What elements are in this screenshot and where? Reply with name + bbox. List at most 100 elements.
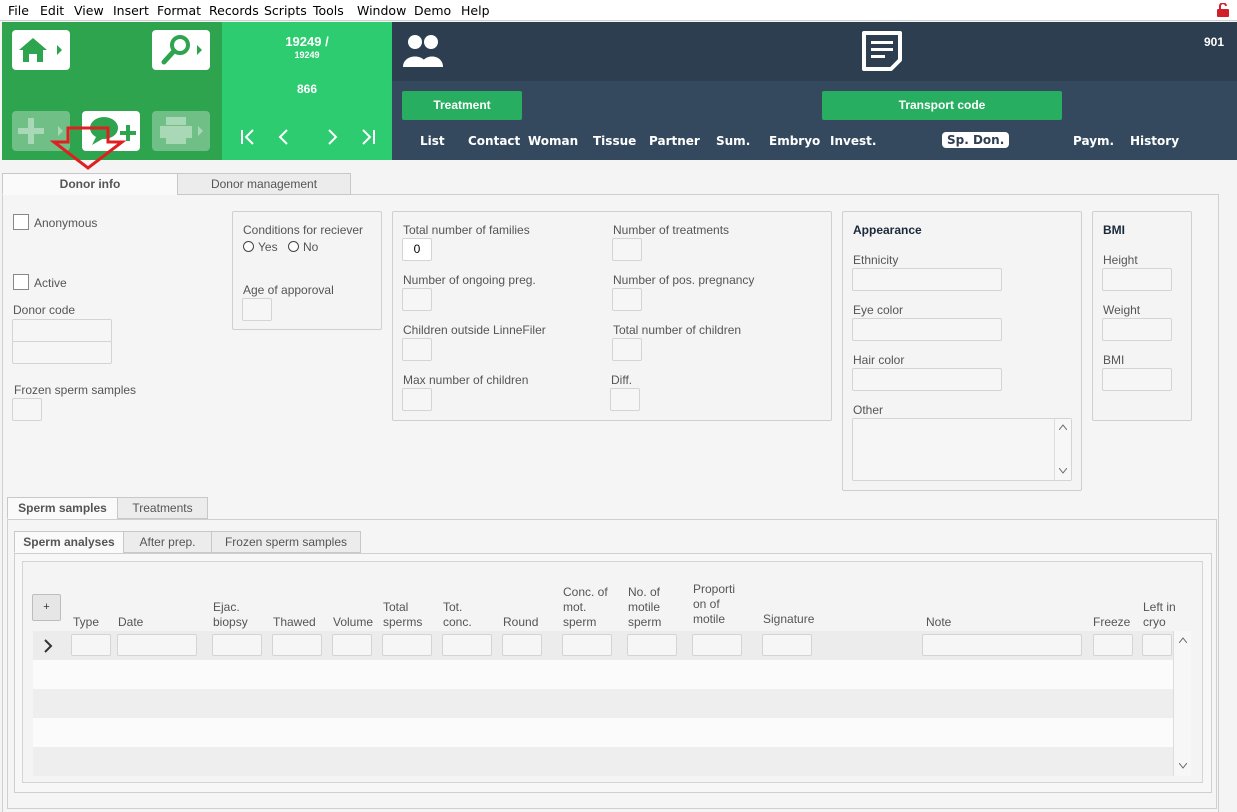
- donor-code-field-2[interactable]: [12, 341, 112, 364]
- tab-invest[interactable]: Invest.: [830, 134, 876, 148]
- bmi-field[interactable]: [1102, 368, 1172, 391]
- scroll-up-icon[interactable]: [1179, 637, 1187, 643]
- tab-sperm-samples[interactable]: Sperm samples: [7, 497, 118, 519]
- users-icon[interactable]: [403, 33, 443, 69]
- anonymous-checkbox[interactable]: [13, 214, 29, 230]
- tab-donor-info[interactable]: Donor info: [2, 173, 178, 195]
- max-children-label: Max number of children: [403, 373, 529, 387]
- total-children-label: Total number of children: [613, 323, 742, 337]
- menu-file[interactable]: File: [8, 3, 29, 18]
- age-approval-field[interactable]: [242, 298, 272, 321]
- radio-no[interactable]: [288, 241, 299, 252]
- tab-frozen-sperm-samples[interactable]: Frozen sperm samples: [211, 531, 361, 553]
- lock-icon[interactable]: [1217, 3, 1229, 17]
- row-expand-icon[interactable]: [43, 639, 53, 653]
- weight-field[interactable]: [1102, 318, 1172, 341]
- tab-history[interactable]: History: [1130, 134, 1179, 148]
- diff-field[interactable]: [610, 388, 640, 411]
- radio-yes[interactable]: [243, 241, 254, 252]
- tab-sum[interactable]: Sum.: [716, 134, 750, 148]
- notes-icon[interactable]: [861, 30, 903, 72]
- menu-scripts[interactable]: Scripts: [264, 3, 307, 18]
- search-icon: [161, 35, 202, 65]
- table-row[interactable]: [33, 631, 1173, 660]
- table-row[interactable]: [33, 747, 1173, 776]
- eye-color-field[interactable]: [852, 318, 1002, 341]
- table-scrollbar[interactable]: [1173, 631, 1191, 776]
- tab-embryo[interactable]: Embryo: [769, 134, 820, 148]
- table-row[interactable]: [33, 660, 1173, 689]
- total-children-field[interactable]: [612, 338, 642, 361]
- table-row[interactable]: [33, 718, 1173, 747]
- cell-freeze[interactable]: [1093, 634, 1133, 656]
- col-volume: Volume: [333, 615, 374, 629]
- cell-conc-mot-sperm[interactable]: [562, 634, 612, 656]
- cell-note[interactable]: [922, 634, 1082, 656]
- transport-code-button[interactable]: Transport code: [822, 91, 1062, 120]
- frozen-samples-field[interactable]: [12, 398, 42, 421]
- cell-type[interactable]: [71, 634, 111, 656]
- height-field[interactable]: [1102, 268, 1172, 291]
- scroll-down-icon[interactable]: [1179, 763, 1187, 769]
- menu-help[interactable]: Help: [461, 3, 490, 18]
- treatment-button[interactable]: Treatment: [402, 91, 522, 120]
- record-total: 19249: [294, 50, 320, 60]
- tab-woman[interactable]: Woman: [528, 134, 578, 148]
- menu-insert[interactable]: Insert: [113, 3, 149, 18]
- home-button[interactable]: [12, 30, 70, 70]
- add-row-button[interactable]: +: [32, 594, 61, 621]
- search-button[interactable]: [152, 30, 210, 70]
- previous-record-icon[interactable]: [274, 128, 294, 146]
- cell-signature[interactable]: [762, 634, 812, 656]
- menu-demo[interactable]: Demo: [414, 3, 451, 18]
- table-row[interactable]: [33, 689, 1173, 718]
- print-button[interactable]: [152, 111, 210, 151]
- cell-proportion-motile[interactable]: [692, 634, 742, 656]
- scroll-up-icon[interactable]: [1059, 424, 1067, 430]
- cell-no-motile-sperm[interactable]: [627, 634, 677, 656]
- next-record-icon[interactable]: [322, 128, 342, 146]
- tab-sperm-analyses[interactable]: Sperm analyses: [14, 531, 124, 553]
- cell-total-sperms[interactable]: [382, 634, 432, 656]
- scroll-down-icon[interactable]: [1059, 468, 1067, 474]
- tab-contact[interactable]: Contact: [468, 134, 520, 148]
- other-label: Other: [853, 403, 884, 417]
- cell-ejac-biopsy[interactable]: [212, 634, 262, 656]
- cell-tot-conc[interactable]: [442, 634, 492, 656]
- children-outside-field[interactable]: [402, 338, 432, 361]
- max-children-field[interactable]: [402, 388, 432, 411]
- first-record-icon[interactable]: [238, 128, 258, 146]
- menu-format[interactable]: Format: [157, 3, 201, 18]
- donor-code-field[interactable]: [12, 319, 112, 342]
- tab-treatments[interactable]: Treatments: [117, 497, 208, 519]
- num-treatments-field[interactable]: [612, 238, 642, 261]
- cell-thawed[interactable]: [272, 634, 322, 656]
- cell-volume[interactable]: [332, 634, 372, 656]
- cell-round[interactable]: [502, 634, 542, 656]
- ongoing-preg-field[interactable]: [402, 288, 432, 311]
- hair-color-field[interactable]: [852, 368, 1002, 391]
- cell-date[interactable]: [117, 634, 197, 656]
- ethnicity-field[interactable]: [852, 268, 1002, 291]
- other-scrollbar[interactable]: [1054, 419, 1071, 480]
- other-textarea[interactable]: [852, 418, 1072, 481]
- anonymous-label: Anonymous: [34, 216, 98, 230]
- menu-tools[interactable]: Tools: [313, 3, 344, 18]
- tab-partner[interactable]: Partner: [649, 134, 700, 148]
- tab-sp-don[interactable]: Sp. Don.: [942, 132, 1010, 148]
- last-record-icon[interactable]: [358, 128, 378, 146]
- menu-window[interactable]: Window: [357, 3, 406, 18]
- col-ejac-biopsy: Ejac. biopsy: [213, 600, 248, 629]
- tab-tissue[interactable]: Tissue: [593, 134, 636, 148]
- tab-paym[interactable]: Paym.: [1073, 134, 1114, 148]
- active-checkbox[interactable]: [13, 274, 29, 290]
- tab-after-prep[interactable]: After prep.: [123, 531, 212, 553]
- menu-view[interactable]: View: [74, 3, 104, 18]
- menu-edit[interactable]: Edit: [40, 3, 64, 18]
- tab-donor-management[interactable]: Donor management: [177, 173, 351, 195]
- menu-records[interactable]: Records: [209, 3, 259, 18]
- total-families-field[interactable]: 0: [402, 238, 432, 261]
- tab-list[interactable]: List: [420, 134, 445, 148]
- cell-left-in-cryo[interactable]: [1142, 634, 1172, 656]
- pos-pregnancy-field[interactable]: [612, 288, 642, 311]
